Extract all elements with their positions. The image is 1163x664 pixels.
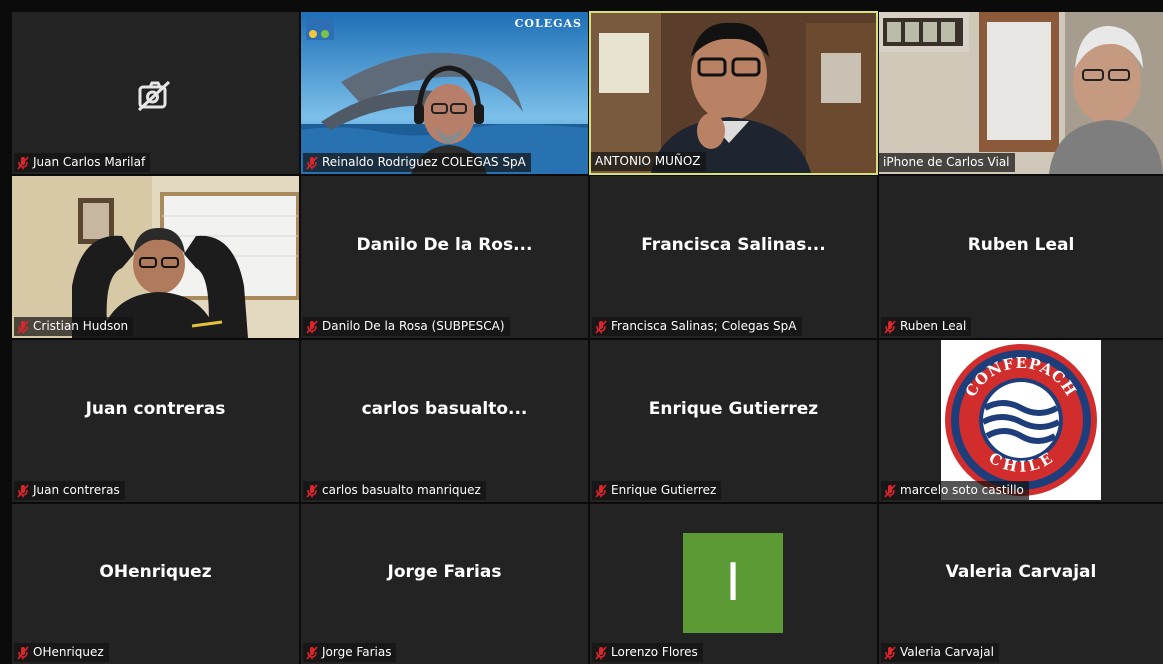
participant-name-label: OHenriquez xyxy=(14,643,109,662)
participant-name-label: Francisca Salinas; Colegas SpA xyxy=(592,317,802,336)
participant-name-label: Cristian Hudson xyxy=(14,317,134,336)
muted-mic-icon xyxy=(17,483,29,498)
participant-display-name: Valeria Carvajal xyxy=(945,562,1097,582)
participant-name-label: Enrique Gutierrez xyxy=(592,481,722,500)
participant-name-label: Lorenzo Flores xyxy=(592,643,703,662)
muted-mic-icon xyxy=(17,319,29,334)
muted-mic-icon xyxy=(306,645,318,660)
participant-display-name: Juan contreras xyxy=(85,399,226,419)
participant-display-name: Enrique Gutierrez xyxy=(648,399,819,419)
participant-display-name: carlos basualto... xyxy=(361,399,528,419)
speaker-video xyxy=(591,13,876,173)
participant-tile[interactable]: Francisca Salinas... Francisca Salinas; … xyxy=(590,176,877,338)
muted-mic-icon xyxy=(306,319,318,334)
participant-video xyxy=(879,12,1163,174)
muted-mic-icon xyxy=(884,483,896,498)
participant-tile[interactable]: carlos basualto... carlos basualto manri… xyxy=(301,340,588,502)
participant-display-name: Danilo De la Ros... xyxy=(356,235,533,255)
participant-name-label: Reinaldo Rodriguez COLEGAS SpA xyxy=(303,153,531,172)
participant-tile[interactable]: Jorge Farias Jorge Farias xyxy=(301,504,588,664)
participant-video-tile[interactable]: COLEGAS Reinaldo Rodriguez COLEGAS SpA xyxy=(301,12,588,174)
camera-off-icon xyxy=(137,80,171,112)
participant-tile[interactable]: OHenriquez OHenriquez xyxy=(12,504,299,664)
participant-name-label: marcelo soto castillo xyxy=(881,481,1029,500)
participant-name-label: carlos basualto manriquez xyxy=(303,481,486,500)
participant-video-tile[interactable]: Cristian Hudson xyxy=(12,176,299,338)
participant-tile[interactable]: Danilo De la Ros... Danilo De la Rosa (S… xyxy=(301,176,588,338)
participant-name-label: ANTONIO MUÑOZ xyxy=(591,152,706,171)
participant-video-tile[interactable]: iPhone de Carlos Vial xyxy=(879,12,1163,174)
muted-mic-icon xyxy=(884,319,896,334)
participant-name-label: Juan contreras xyxy=(14,481,125,500)
participant-display-name: OHenriquez xyxy=(99,562,212,582)
participant-display-name: Francisca Salinas... xyxy=(641,235,826,255)
participant-name-label: Ruben Leal xyxy=(881,317,972,336)
participant-name-label: Danilo De la Rosa (SUBPESCA) xyxy=(303,317,510,336)
participant-name-label: Valeria Carvajal xyxy=(881,643,999,662)
participant-tile[interactable]: Ruben Leal Ruben Leal xyxy=(879,176,1163,338)
muted-mic-icon xyxy=(595,483,607,498)
muted-mic-icon xyxy=(595,645,607,660)
muted-mic-icon xyxy=(17,645,29,660)
ocean-dolphin-background xyxy=(301,12,588,174)
participant-tile[interactable]: Juan Carlos Marilaf xyxy=(12,12,299,174)
participant-tile[interactable]: Enrique Gutierrez Enrique Gutierrez xyxy=(590,340,877,502)
participant-video xyxy=(12,176,299,338)
participant-name-label: iPhone de Carlos Vial xyxy=(879,153,1015,172)
active-speaker-tile[interactable]: ANTONIO MUÑOZ xyxy=(589,11,878,175)
confepach-logo: CONFEPACH CHILE xyxy=(941,340,1101,500)
muted-mic-icon xyxy=(17,155,29,170)
muted-mic-icon xyxy=(884,645,896,660)
participant-tile[interactable]: CONFEPACH CHILE marcelo soto castillo xyxy=(879,340,1163,502)
muted-mic-icon xyxy=(306,483,318,498)
participant-tile[interactable]: I Lorenzo Flores xyxy=(590,504,877,664)
brand-logo-text: COLEGAS xyxy=(514,17,582,30)
participant-display-name: Jorge Farias xyxy=(387,562,502,582)
participant-tile[interactable]: Valeria Carvajal Valeria Carvajal xyxy=(879,504,1163,664)
muted-mic-icon xyxy=(595,319,607,334)
participant-name-label: Juan Carlos Marilaf xyxy=(14,153,151,172)
participant-display-name: Ruben Leal xyxy=(967,235,1075,255)
avatar: I xyxy=(683,533,783,633)
participant-name-label: Jorge Farias xyxy=(303,643,397,662)
participant-tile[interactable]: Juan contreras Juan contreras xyxy=(12,340,299,502)
muted-mic-icon xyxy=(306,155,318,170)
